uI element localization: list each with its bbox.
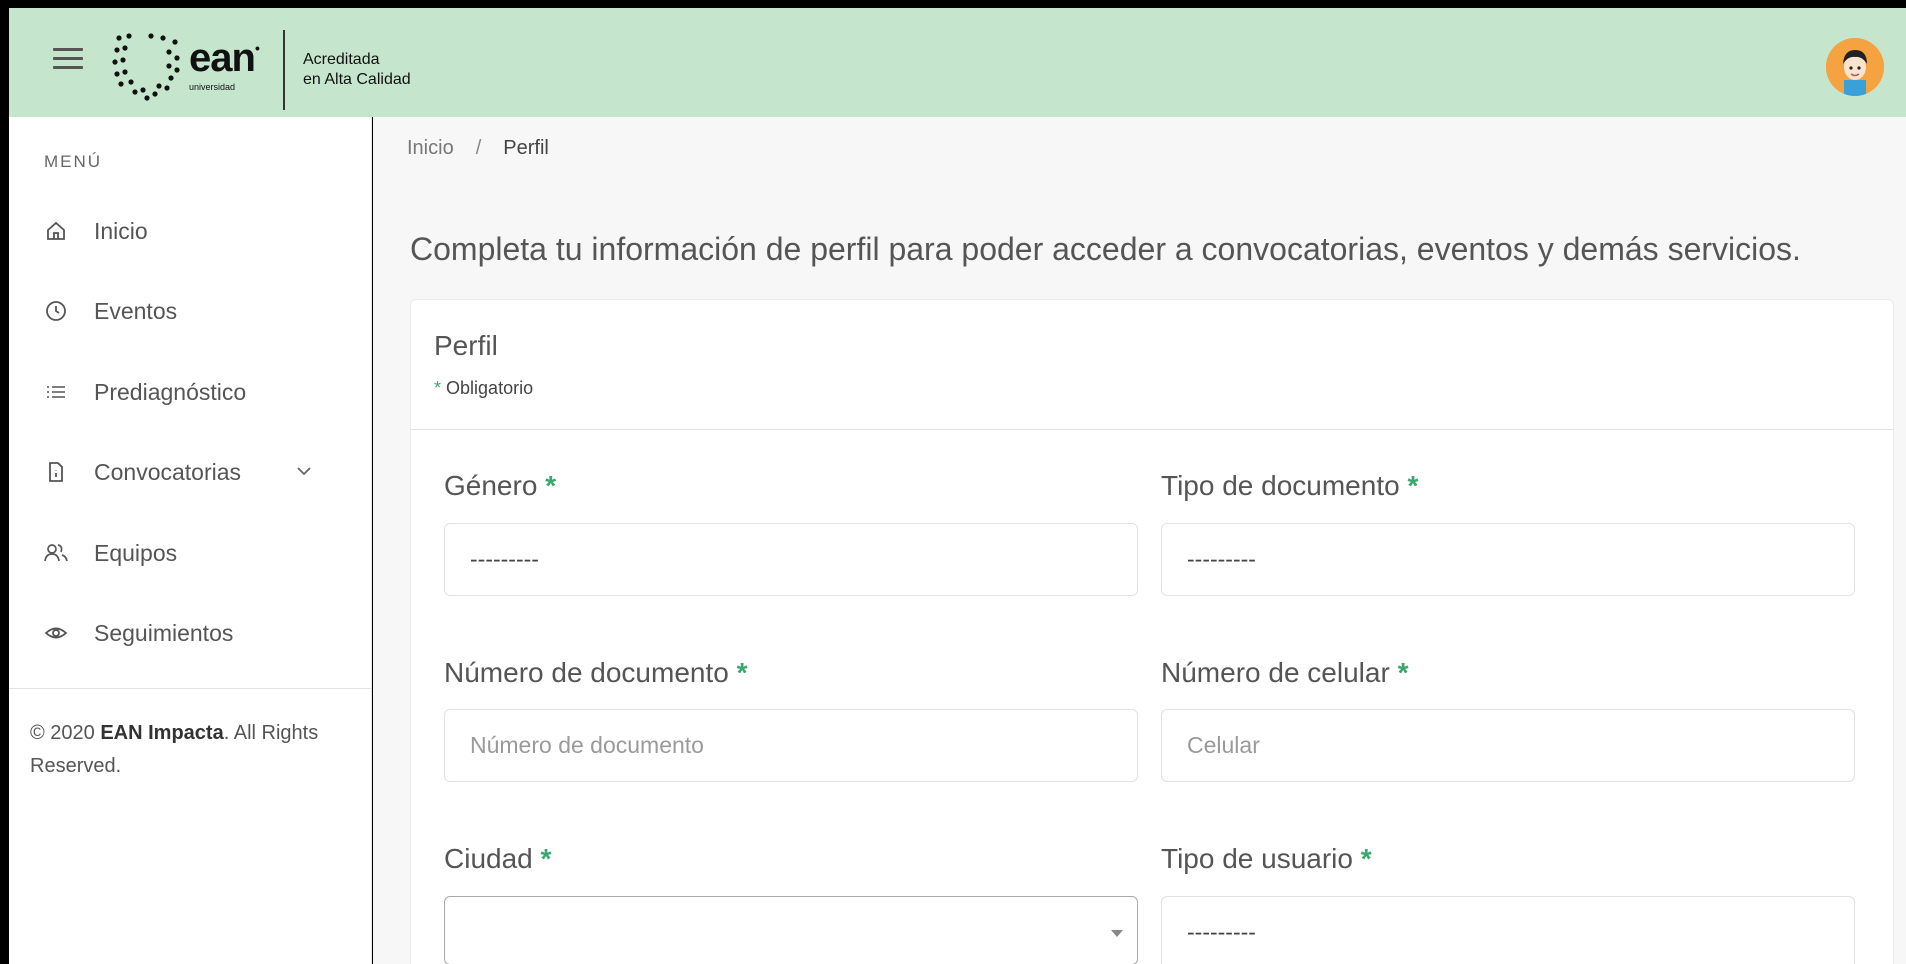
city-select[interactable]: [444, 896, 1138, 964]
sidebar: MENÚ Inicio Eventos Prediagnóstico Convo…: [9, 117, 372, 964]
accreditation-text: Acreditada en Alta Calidad: [303, 51, 411, 88]
sidebar-item-label: Convocatorias: [94, 458, 242, 485]
phone-number-input[interactable]: Celular: [1161, 709, 1855, 782]
gender-select[interactable]: ---------: [444, 523, 1138, 596]
dropdown-caret-icon: [1111, 930, 1123, 937]
top-header: ean• universidad Acreditada en Alta Cali…: [9, 8, 1906, 117]
logo-wordmark: ean•: [189, 36, 260, 80]
user-type-select[interactable]: ---------: [1161, 896, 1855, 964]
breadcrumb-current: Perfil: [503, 137, 549, 159]
page-intro-text: Completa tu información de perfil para p…: [410, 231, 1801, 267]
city-label: Ciudad *: [444, 843, 552, 874]
document-type-label: Tipo de documento *: [1161, 470, 1419, 501]
user-avatar[interactable]: [1826, 38, 1884, 96]
card-title: Perfil: [434, 330, 498, 361]
phone-number-label: Número de celular *: [1161, 657, 1409, 688]
list-icon: [43, 379, 69, 405]
hamburger-menu-icon[interactable]: [53, 48, 83, 74]
sidebar-item-convocatorias[interactable]: Convocatorias: [9, 444, 371, 500]
breadcrumb-home-link[interactable]: Inicio: [407, 137, 454, 160]
logo-subtitle: universidad: [189, 82, 236, 92]
sidebar-item-prediagnostico[interactable]: Prediagnóstico: [9, 364, 371, 420]
gender-label: Género *: [444, 470, 557, 501]
logo-divider: [283, 30, 285, 110]
document-number-input[interactable]: Número de documento: [444, 709, 1138, 782]
sidebar-item-eventos[interactable]: Eventos: [9, 283, 371, 339]
chevron-down-icon[interactable]: [295, 462, 313, 485]
required-note: * Obligatorio: [434, 378, 534, 398]
menu-title: MENÚ: [44, 152, 103, 171]
clock-icon: [43, 298, 69, 324]
home-icon: [43, 218, 69, 244]
card-header: Perfil * Obligatorio: [411, 300, 1893, 430]
copyright-text: © 2020 EAN Impacta. All Rights Reserved.: [30, 722, 319, 777]
users-icon: [43, 540, 69, 566]
sidebar-item-equipos[interactable]: Equipos: [9, 525, 371, 581]
sidebar-item-label: Seguimientos: [94, 619, 234, 646]
eye-icon: [43, 620, 69, 646]
document-number-label: Número de documento *: [444, 657, 748, 688]
document-type-select[interactable]: ---------: [1161, 523, 1855, 596]
document-icon: [43, 459, 69, 485]
sidebar-item-inicio[interactable]: Inicio: [9, 203, 371, 259]
sidebar-divider: [9, 688, 371, 689]
sidebar-item-seguimientos[interactable]: Seguimientos: [9, 605, 371, 661]
profile-form-card: Perfil * Obligatorio Género * --------- …: [410, 299, 1894, 964]
sidebar-item-label: Equipos: [94, 539, 178, 566]
user-type-label: Tipo de usuario *: [1161, 843, 1372, 874]
sidebar-item-label: Prediagnóstico: [94, 378, 247, 405]
breadcrumb: Inicio / Perfil: [407, 137, 549, 160]
sidebar-item-label: Eventos: [94, 297, 178, 324]
breadcrumb-separator: /: [475, 137, 482, 159]
sidebar-item-label: Inicio: [94, 217, 148, 244]
window-top-edge: [0, 0, 1906, 8]
main-content: Inicio / Perfil Completa tu información …: [373, 117, 1906, 964]
